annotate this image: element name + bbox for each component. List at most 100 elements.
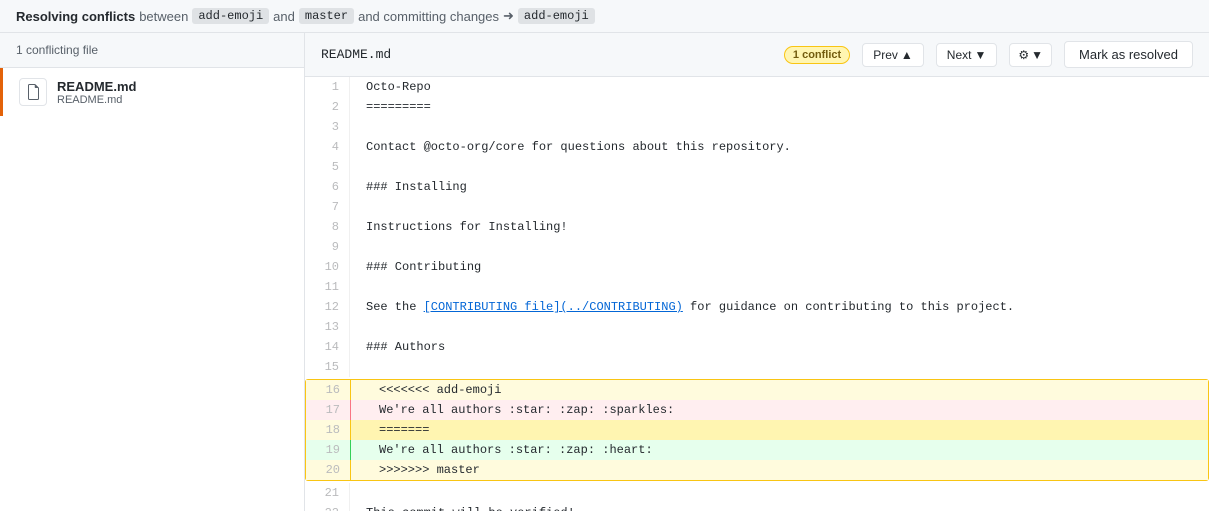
line-content	[350, 237, 1209, 257]
line-content: Octo-Repo	[350, 77, 1209, 97]
gear-icon: ⚙	[1018, 48, 1029, 62]
line-content	[350, 317, 1209, 337]
code-line: 18 =======	[306, 420, 1208, 440]
line-number: 6	[305, 177, 350, 197]
line-number: 15	[305, 357, 350, 377]
code-line: 19 We're all authors :star: :zap: :heart…	[306, 440, 1208, 460]
sidebar-header: 1 conflicting file	[0, 33, 304, 68]
line-number: 8	[305, 217, 350, 237]
code-line: 20 >>>>>>> master	[306, 460, 1208, 480]
line-content	[350, 277, 1209, 297]
line-number: 2	[305, 97, 350, 117]
line-content: Instructions for Installing!	[350, 217, 1209, 237]
line-content: We're all authors :star: :zap: :sparkles…	[363, 400, 1208, 420]
line-content: =========	[350, 97, 1209, 117]
line-number: 7	[305, 197, 350, 217]
code-line: 6 ### Installing	[305, 177, 1209, 197]
conflict-indicator	[351, 460, 363, 480]
conflict-badge: 1 conflict	[784, 46, 850, 64]
line-number: 13	[305, 317, 350, 337]
file-name: README.md	[57, 79, 136, 94]
prev-label: Prev	[873, 48, 898, 62]
code-line: 21	[305, 483, 1209, 503]
line-content: We're all authors :star: :zap: :heart:	[363, 440, 1208, 460]
code-line: 1 Octo-Repo	[305, 77, 1209, 97]
line-number: 16	[306, 380, 351, 400]
sidebar-file-item[interactable]: README.md README.md	[0, 68, 304, 116]
code-line: 11	[305, 277, 1209, 297]
code-line: 13	[305, 317, 1209, 337]
editor-panel: README.md 1 conflict Prev ▲ Next ▼ ⚙ ▼ M…	[305, 33, 1209, 511]
resolve-button[interactable]: Mark as resolved	[1064, 41, 1193, 68]
line-content: ### Installing	[350, 177, 1209, 197]
branch2-pill[interactable]: master	[299, 8, 354, 24]
code-line: 3	[305, 117, 1209, 137]
next-chevron-icon: ▼	[974, 48, 986, 62]
line-number: 12	[305, 297, 350, 317]
line-content: >>>>>>> master	[363, 460, 1208, 480]
code-line: 17 We're all authors :star: :zap: :spark…	[306, 400, 1208, 420]
and-committing-label: and committing changes	[358, 9, 499, 24]
line-number: 4	[305, 137, 350, 157]
conflict-region: 16 <<<<<<< add-emoji 17 We're all author…	[305, 379, 1209, 481]
editor-filename: README.md	[321, 47, 772, 62]
line-number: 9	[305, 237, 350, 257]
code-line: 12 See the [CONTRIBUTING file](../CONTRI…	[305, 297, 1209, 317]
line-number: 20	[306, 460, 351, 480]
line-content: Contact @octo-org/core for questions abo…	[350, 137, 1209, 157]
line-content	[350, 157, 1209, 177]
line-number: 18	[306, 420, 351, 440]
code-area[interactable]: 1 Octo-Repo 2 ========= 3 4 Contact @oct…	[305, 77, 1209, 511]
between-label: between	[139, 9, 188, 24]
conflict-indicator	[351, 440, 363, 460]
line-content: ### Contributing	[350, 257, 1209, 277]
sidebar: 1 conflicting file README.md README.md	[0, 33, 305, 511]
code-line: 7	[305, 197, 1209, 217]
line-number: 14	[305, 337, 350, 357]
code-line: 14 ### Authors	[305, 337, 1209, 357]
line-number: 22	[305, 503, 350, 511]
code-line: 22 This commit will be verified!	[305, 503, 1209, 511]
conflict-indicator	[351, 380, 363, 400]
next-button[interactable]: Next ▼	[936, 43, 998, 67]
and-label: and	[273, 9, 295, 24]
line-content	[350, 357, 1209, 377]
line-number: 19	[306, 440, 351, 460]
prev-chevron-icon: ▲	[901, 48, 913, 62]
arrow-icon: ➜	[503, 8, 514, 24]
next-label: Next	[947, 48, 972, 62]
code-line: 5	[305, 157, 1209, 177]
resolving-label: Resolving conflicts	[16, 9, 135, 24]
line-number: 11	[305, 277, 350, 297]
line-number: 10	[305, 257, 350, 277]
line-content: =======	[363, 420, 1208, 440]
line-content: See the [CONTRIBUTING file](../CONTRIBUT…	[350, 297, 1209, 317]
conflict-indicator	[351, 420, 363, 440]
line-content: <<<<<<< add-emoji	[363, 380, 1208, 400]
line-number: 17	[306, 400, 351, 420]
code-line: 16 <<<<<<< add-emoji	[306, 380, 1208, 400]
line-content: This commit will be verified!	[350, 503, 1209, 511]
contributing-link[interactable]: [CONTRIBUTING file](../CONTRIBUTING)	[424, 300, 683, 314]
line-number: 5	[305, 157, 350, 177]
code-line: 8 Instructions for Installing!	[305, 217, 1209, 237]
code-line: 2 =========	[305, 97, 1209, 117]
gear-button[interactable]: ⚙ ▼	[1009, 43, 1052, 67]
editor-header: README.md 1 conflict Prev ▲ Next ▼ ⚙ ▼ M…	[305, 33, 1209, 77]
line-number: 21	[305, 483, 350, 503]
prev-button[interactable]: Prev ▲	[862, 43, 924, 67]
conflicting-file-count: 1 conflicting file	[16, 43, 98, 57]
line-content	[350, 117, 1209, 137]
target-branch-pill[interactable]: add-emoji	[518, 8, 595, 24]
conflict-indicator	[351, 400, 363, 420]
main-layout: 1 conflicting file README.md README.md R…	[0, 33, 1209, 511]
code-line: 9	[305, 237, 1209, 257]
line-content	[350, 483, 1209, 503]
code-line: 4 Contact @octo-org/core for questions a…	[305, 137, 1209, 157]
topbar: Resolving conflicts between add-emoji an…	[0, 0, 1209, 33]
line-content	[350, 197, 1209, 217]
code-line: 15	[305, 357, 1209, 377]
branch1-pill[interactable]: add-emoji	[192, 8, 269, 24]
line-number: 1	[305, 77, 350, 97]
file-path: README.md	[57, 94, 136, 106]
